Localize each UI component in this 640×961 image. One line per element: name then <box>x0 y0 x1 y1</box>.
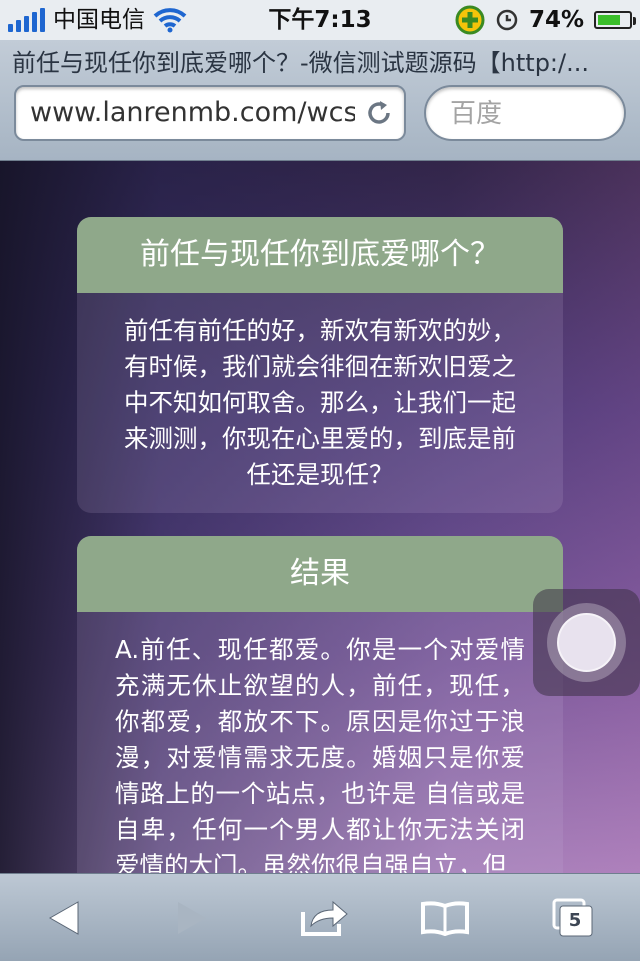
result-title: 结果 <box>77 536 563 612</box>
reload-icon[interactable] <box>364 98 394 128</box>
url-text[interactable]: www.lanrenmb.com/wcs <box>30 87 355 139</box>
address-bar[interactable]: www.lanrenmb.com/wcs <box>14 85 406 141</box>
assistive-touch-button[interactable] <box>533 589 640 696</box>
quiz-intro-card: 前任与现任你到底爱哪个？ 前任有前任的好，新欢有新欢的妙，有时候，我们就会徘徊在… <box>77 217 563 513</box>
tabs-button[interactable]: 5 <box>533 874 613 961</box>
search-field[interactable] <box>424 85 626 141</box>
page-title: 前任与现任你到底爱哪个？-微信测试题源码【http:/... <box>12 49 589 77</box>
result-text: A.前任、现任都爱。你是一个对爱情充满无休止欲望的人，前任，现任，你都爱，都放不… <box>115 635 525 873</box>
status-bar: 中国电信 下午7:13 74% <box>0 0 640 40</box>
tabs-count: 5 <box>568 909 582 931</box>
quiz-title: 前任与现任你到底爱哪个？ <box>77 217 563 293</box>
share-button[interactable] <box>285 874 365 961</box>
back-button[interactable] <box>24 874 104 961</box>
forward-button[interactable] <box>152 874 232 961</box>
quiz-description: 前任有前任的好，新欢有新欢的妙，有时候，我们就会徘徊在新欢旧爱之中不知如何取舍。… <box>124 316 516 489</box>
signal-strength-icon <box>8 8 45 32</box>
battery-icon <box>594 11 636 29</box>
app-badge-icon <box>455 5 485 35</box>
carrier-name: 中国电信 <box>53 7 145 33</box>
share-icon <box>301 900 348 936</box>
search-input[interactable] <box>448 87 612 141</box>
browser-chrome: 前任与现任你到底爱哪个？-微信测试题源码【http:/... www.lanre… <box>0 40 640 161</box>
bookmarks-button[interactable] <box>405 874 485 961</box>
browser-toolbar: 5 <box>0 873 640 961</box>
web-content[interactable]: 前任与现任你到底爱哪个？ 前任有前任的好，新欢有新欢的妙，有时候，我们就会徘徊在… <box>0 161 640 873</box>
back-arrow-icon <box>48 900 79 935</box>
forward-arrow-icon <box>178 901 206 934</box>
alarm-icon <box>496 9 518 31</box>
bookmarks-icon <box>421 900 469 936</box>
wifi-icon <box>153 8 187 33</box>
result-card: 结果 A.前任、现任都爱。你是一个对爱情充满无休止欲望的人，前任，现任，你都爱，… <box>77 536 563 873</box>
battery-percent: 74% <box>528 7 584 33</box>
